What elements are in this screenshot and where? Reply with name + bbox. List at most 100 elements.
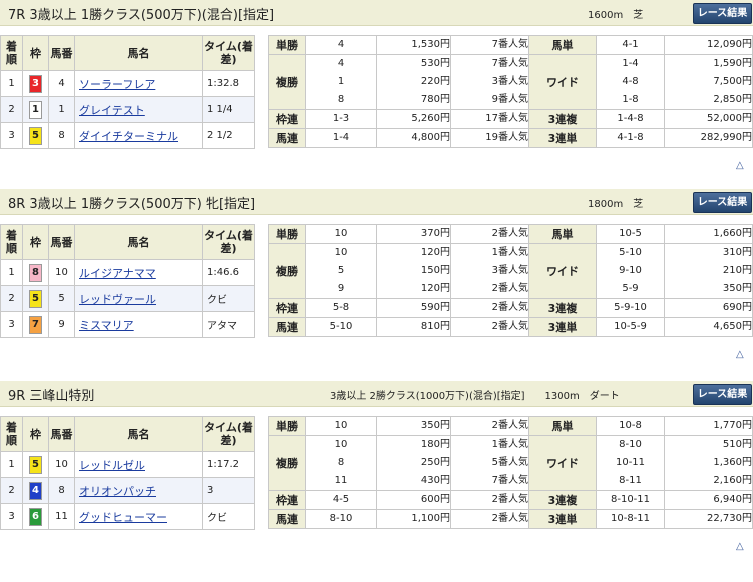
finish-time: 1:46.6 xyxy=(202,259,255,286)
payout-nums-cell: 4-1-8 xyxy=(596,128,665,148)
horse-name-link[interactable]: ルイジアナママ xyxy=(79,267,156,280)
payout-ninki: 2番人気 xyxy=(491,420,528,431)
waku-cell: 5 xyxy=(22,451,49,478)
race-result-button[interactable]: レース結果 xyxy=(693,192,752,213)
payout-ninki: 2番人気 xyxy=(491,321,528,332)
payout-ninki-cell: 17番人気 xyxy=(450,109,529,129)
payout-nums: 8 xyxy=(337,94,345,105)
bet-type-label: 複勝 xyxy=(268,54,306,110)
payout-nums: 8-11 xyxy=(619,475,642,486)
finish-time: アタマ xyxy=(202,311,255,338)
payout-nums-cell: 1-4 4-8 1-8 xyxy=(596,54,665,110)
table-row: 3 6 11 グッドヒューマー クビ xyxy=(0,503,255,530)
scroll-to-top-icon[interactable]: △ xyxy=(736,349,744,360)
payout-yen: 282,990円 xyxy=(700,132,752,143)
table-row: 1 3 4 ソーラーフレア 1:32.8 xyxy=(0,70,255,97)
horse-name-cell: グレイテスト xyxy=(74,96,203,123)
payout-ninki-cell: 1番人気 3番人気 2番人気 xyxy=(450,243,529,299)
table-row: 2 4 8 オリオンパッチ 3 xyxy=(0,477,255,504)
horse-number: 4 xyxy=(48,70,75,97)
payout-row: 馬連1-44,800円19番人気3連単4-1-8282,990円683番人気 xyxy=(268,128,753,148)
table-row: 2 5 5 レッドヴァール クビ xyxy=(0,285,255,312)
payout-yen: 810円 xyxy=(420,321,450,332)
column-header: 馬番 xyxy=(48,35,75,71)
finish-order-table: 着順枠馬番 馬名 タイム(着差) 1 5 10 レッドルゼル 1:17.2 2 4 8 オリオンパッチ… xyxy=(0,416,255,530)
payout-nums-cell: 1-4 xyxy=(305,128,377,148)
scroll-to-top-icon[interactable]: △ xyxy=(736,160,744,171)
waku-cell: 4 xyxy=(22,477,49,504)
waku-cell: 1 xyxy=(22,96,49,123)
payout-nums-cell: 10-8 xyxy=(596,416,665,436)
horse-number: 8 xyxy=(48,477,75,504)
waku-badge: 5 xyxy=(29,126,42,145)
payout-yen-cell: 600円 xyxy=(376,490,451,510)
payout-nums: 5-10 xyxy=(619,247,642,258)
payout-ninki-cell: 2番人気 xyxy=(450,224,529,244)
payout-nums-cell: 10 5 9 xyxy=(305,243,377,299)
bet-type-label: 馬連 xyxy=(268,128,306,148)
bet-type-label: 枠連 xyxy=(268,490,306,510)
payout-nums: 8 xyxy=(337,457,345,468)
horse-name-cell: オリオンパッチ xyxy=(74,477,203,504)
payout-ninki-cell: 2番人気 xyxy=(450,509,529,529)
scroll-to-top-icon[interactable]: △ xyxy=(736,541,744,552)
payout-ninki: 3番人気 xyxy=(491,76,528,87)
payout-yen-cell: 1,100円 xyxy=(376,509,451,529)
payout-yen: 1,360円 xyxy=(713,457,752,468)
horse-name-link[interactable]: ミスマリア xyxy=(79,319,134,332)
horse-name-link[interactable]: レッドヴァール xyxy=(79,293,156,306)
bet-type-label: ワイド xyxy=(528,54,597,110)
column-header: タイム(着差) xyxy=(202,224,255,260)
payout-yen: 5,260円 xyxy=(411,113,450,124)
horse-name-link[interactable]: オリオンパッチ xyxy=(79,485,156,498)
waku-cell: 7 xyxy=(22,311,49,338)
payout-ninki: 7番人気 xyxy=(491,475,528,486)
bet-type-label: 馬単 xyxy=(528,224,597,244)
horse-name-link[interactable]: レッドルゼル xyxy=(79,459,145,472)
horse-name-link[interactable]: ダイイチターミナル xyxy=(79,130,178,143)
payout-yen: 120円 xyxy=(420,283,450,294)
race-result-button[interactable]: レース結果 xyxy=(693,3,752,24)
payout-nums: 10 xyxy=(334,420,348,431)
payout-yen: 150円 xyxy=(420,265,450,276)
horse-number: 11 xyxy=(48,503,75,530)
payout-table: 単勝10370円2番人気馬単10-51,660円6番人気複勝1059120円15… xyxy=(268,224,753,337)
payout-nums: 8-10 xyxy=(329,513,353,524)
payout-yen: 6,940円 xyxy=(713,494,752,505)
bet-type-label: 単勝 xyxy=(268,416,306,436)
payout-ninki: 2番人気 xyxy=(491,302,528,313)
finish-time: クビ xyxy=(202,285,255,312)
payout-nums: 5 xyxy=(337,265,345,276)
payout-yen: 210円 xyxy=(722,265,752,276)
payout-nums: 1 xyxy=(337,76,345,87)
payout-row: 単勝41,530円7番人気馬単4-112,090円43番人気 xyxy=(268,35,753,55)
bet-type-label: 3連単 xyxy=(528,509,597,529)
payout-yen: 1,770円 xyxy=(713,420,752,431)
payout-row: 単勝10350円2番人気馬単10-81,770円2番人気 xyxy=(268,416,753,436)
race-title: 8R 3歳以上 1勝クラス(500万下) 牝[指定] xyxy=(8,197,256,212)
column-header: タイム(着差) xyxy=(202,416,255,452)
waku-badge: 8 xyxy=(29,263,42,282)
payout-yen-cell: 590円 xyxy=(376,298,451,318)
payout-yen-cell: 510円 1,360円 2,160円 xyxy=(664,435,753,491)
bet-type-label: 枠連 xyxy=(268,298,306,318)
table-row: 1 8 10 ルイジアナママ 1:46.6 xyxy=(0,259,255,286)
finish-rank: 2 xyxy=(0,477,23,504)
horse-name-link[interactable]: グレイテスト xyxy=(79,104,145,117)
horse-name-link[interactable]: ソーラーフレア xyxy=(79,78,155,91)
payout-yen: 350円 xyxy=(420,420,450,431)
payout-nums-cell: 8-10 10-11 8-11 xyxy=(596,435,665,491)
finish-time: 1 1/4 xyxy=(202,96,255,123)
horse-name-link[interactable]: グッドヒューマー xyxy=(79,511,167,524)
payout-yen-cell: 22,730円 xyxy=(664,509,753,529)
horse-name-cell: ダイイチターミナル xyxy=(74,122,203,149)
column-header: 馬番 xyxy=(48,224,75,260)
payout-nums-cell: 4 1 8 xyxy=(305,54,377,110)
payout-yen: 1,100円 xyxy=(411,513,450,524)
column-header: 着順 xyxy=(0,416,23,452)
payout-nums-cell: 5-10 xyxy=(305,317,377,337)
race-result-button[interactable]: レース結果 xyxy=(693,384,752,405)
payout-yen-cell: 350円 xyxy=(376,416,451,436)
payout-nums: 4 xyxy=(337,39,345,50)
payout-yen: 780円 xyxy=(420,94,450,105)
